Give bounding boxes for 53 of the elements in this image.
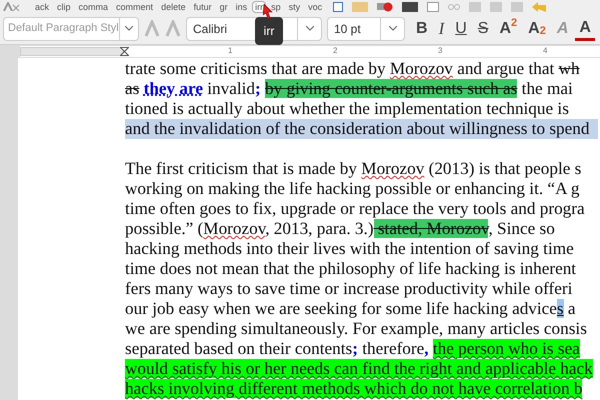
shapes-icon[interactable] xyxy=(377,2,394,12)
italic-button[interactable]: I xyxy=(434,16,448,40)
document-icon[interactable] xyxy=(333,2,344,12)
subscript-button[interactable]: A$_{2}$ xyxy=(524,16,550,40)
toolbar-item[interactable]: ack xyxy=(32,0,52,12)
text-line: hacking methods into their lives with the intention of saving time xyxy=(125,239,575,259)
scissors-icon[interactable] xyxy=(448,2,460,10)
superscript-button[interactable]: A$^{2}$ xyxy=(495,16,522,40)
toolbar-item[interactable]: voc xyxy=(305,0,326,12)
style-update-icon[interactable] xyxy=(144,20,160,38)
copy-icon[interactable] xyxy=(469,2,482,12)
ruler-number: 3 xyxy=(438,47,442,55)
toolbar-item[interactable]: comment xyxy=(113,0,156,12)
toolbar-item[interactable]: futur xyxy=(190,0,215,12)
print-icon[interactable] xyxy=(402,2,418,12)
text-line: working on making the life hacking possible or enhancing it. “A g xyxy=(125,179,580,199)
chevron-down-icon[interactable] xyxy=(124,26,133,31)
toolbar-item[interactable]: ins xyxy=(232,0,250,12)
text-line: our job easy when we are seeking for some life hacking advices a xyxy=(125,299,577,319)
chevron-down-icon[interactable] xyxy=(388,26,396,31)
folder-icon[interactable] xyxy=(352,2,368,12)
toolbar-item[interactable]: comma xyxy=(76,0,112,12)
strikethrough-button[interactable]: S xyxy=(474,16,492,40)
text-line: The first criticism that is made by Morozov (2013) is that people s xyxy=(125,159,582,179)
tooltip: irr xyxy=(255,17,283,45)
font-color-button[interactable]: A xyxy=(575,16,595,40)
new-style-icon[interactable] xyxy=(165,20,181,38)
toolbar-item[interactable]: gr xyxy=(216,0,231,12)
toolbar-item[interactable]: delete xyxy=(158,0,189,12)
chevron-down-icon[interactable] xyxy=(306,26,314,31)
preview-icon[interactable] xyxy=(427,2,440,12)
text-line: time often goes to fix, upgrade or replace the very tools and progra xyxy=(125,199,586,219)
clone-icon[interactable] xyxy=(511,2,524,12)
text-line: fers many ways to save time or increase productivity while offeri xyxy=(125,279,574,299)
toolbar-item[interactable]: sty xyxy=(286,0,304,12)
text-line: separated based on their contents; therefore, the person who is sea xyxy=(125,339,581,359)
ruler-number: 4 xyxy=(543,47,548,55)
indent-marker-icon[interactable] xyxy=(120,47,129,56)
text-line: tioned is actually about whether the implementation technique is xyxy=(125,99,570,119)
paste-icon[interactable] xyxy=(490,2,502,12)
text-line: we are spending simultaneously. For example, many articles consis xyxy=(125,319,588,339)
undo-arrow-icon[interactable] xyxy=(532,2,546,12)
ruler-number: 2 xyxy=(333,47,338,55)
bold-button[interactable]: B xyxy=(412,16,432,40)
ruler-number: 1 xyxy=(228,47,232,55)
underline-button[interactable]: U xyxy=(451,16,471,40)
text-line: trate some criticisms that are made by Morozov and argue that wh xyxy=(125,59,581,79)
toolbar-item[interactable]: clip xyxy=(54,0,74,12)
font-work-icon[interactable] xyxy=(2,2,20,11)
font-size-combo[interactable]: 10 pt xyxy=(327,16,405,40)
mouse-pointer-icon xyxy=(263,4,273,19)
text-line: as they are invalid; by giving counter-arguments such as the mai xyxy=(125,79,574,99)
text-line: time does not mean that the philosophy of life hacking is inherent xyxy=(125,259,578,279)
